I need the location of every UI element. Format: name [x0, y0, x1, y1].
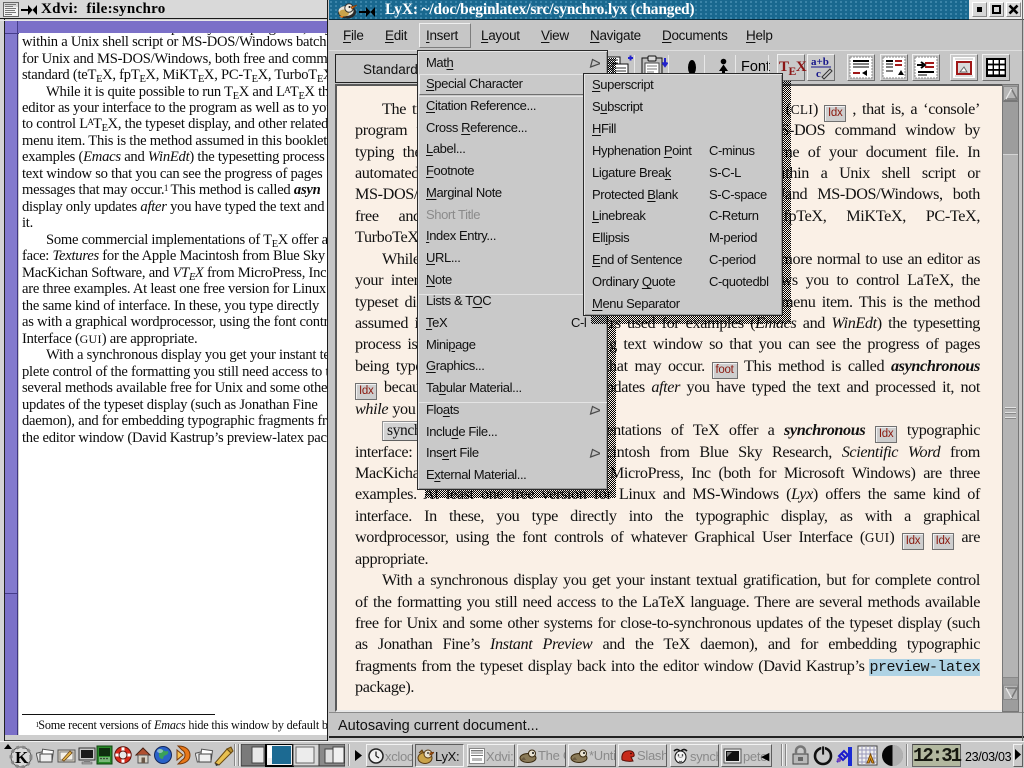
svg-text:K: K [15, 748, 29, 767]
svg-text:a+b: a+b [811, 56, 829, 68]
svg-text:c: c [816, 68, 821, 80]
